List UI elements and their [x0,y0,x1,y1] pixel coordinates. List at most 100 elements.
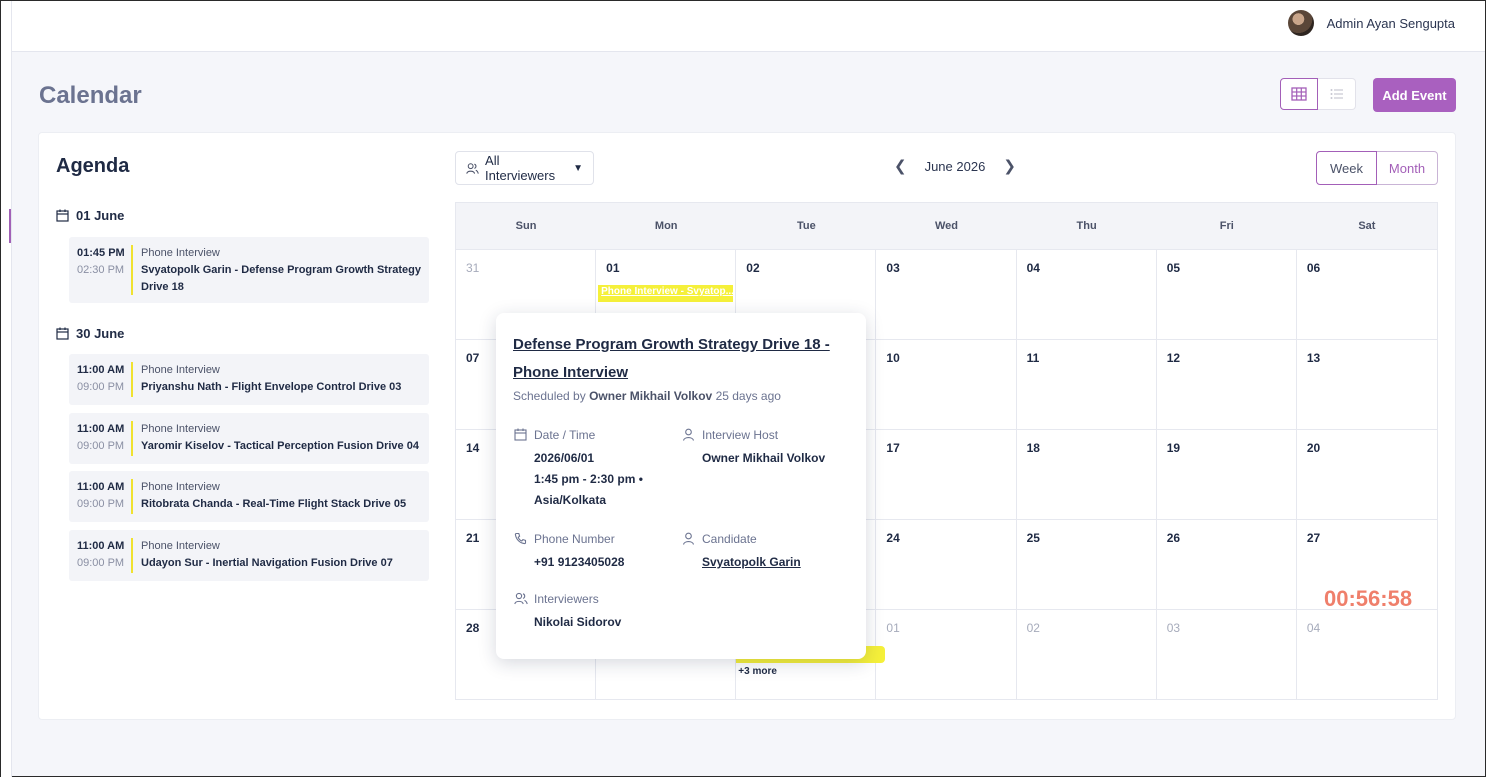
agenda-item-start: 11:00 AM [77,364,125,376]
day-cell[interactable]: 06 [1296,250,1437,340]
chevron-right-icon[interactable]: ❯ [1003,157,1016,175]
scheduled-prefix: Scheduled by [513,389,586,403]
agenda-item-color-bar [131,538,133,573]
agenda-date-label: 01 June [76,208,125,223]
list-view-button[interactable] [1318,78,1356,110]
day-cell[interactable]: 02 [1016,610,1157,700]
agenda-item-name: Priyanshu Nath - Flight Envelope Control… [141,381,402,393]
day-number: 07 [466,351,480,365]
agenda-item-kind: Phone Interview [141,540,220,552]
left-sidebar [1,1,12,777]
day-number: 01 [886,621,900,635]
event-details-popover: Defense Program Growth Strategy Drive 18… [496,313,866,659]
day-number: 03 [1166,621,1181,635]
interview-host-value: Owner Mikhail Volkov [702,451,826,465]
day-cell[interactable]: 12 [1156,340,1297,430]
user-menu[interactable]: Admin Ayan Sengupta [1287,10,1455,36]
day-number: 03 [886,261,900,275]
agenda-item[interactable]: 11:00 AM 09:00 PM Phone Interview Yaromi… [69,413,429,464]
agenda-item-end: 02:30 PM [77,264,125,276]
day-number: 01 [606,261,620,275]
month-navigator: ❮ June 2026 ❯ [894,157,1016,175]
day-cell[interactable]: 24 [876,520,1017,610]
day-number: 24 [886,531,900,545]
weekday-header: Mon [654,220,678,232]
time-value: 1:45 pm - 2:30 pm • [534,472,643,486]
agenda-item-start: 11:00 AM [77,423,125,435]
day-number: 17 [886,441,900,455]
day-cell[interactable]: 04 [1016,250,1157,340]
day-number: 26 [1166,531,1181,545]
range-toggle: Week Month [1316,151,1438,185]
calendar-event-chip[interactable]: Phone Interview - Svyatop... [598,285,734,302]
week-view-button[interactable]: Week [1316,151,1377,185]
day-cell[interactable]: 20 [1296,430,1437,520]
day-cell[interactable]: 03 [876,250,1017,340]
agenda-item-kind: Phone Interview [141,247,220,259]
list-icon [1330,89,1343,99]
grid-view-button[interactable] [1280,78,1318,110]
weekday-header-row: Sun Mon Tue Wed Thu Fri Sat [456,203,1437,250]
user-name[interactable]: Admin Ayan Sengupta [1327,16,1455,31]
chevron-left-icon[interactable]: ❮ [894,157,907,175]
caret-down-icon: ▼ [573,162,583,174]
user-icon [681,427,696,442]
day-number: 25 [1026,531,1040,545]
agenda-item-start: 11:00 AM [77,540,125,552]
agenda-item-end: 09:00 PM [77,557,125,569]
timezone-value: Asia/Kolkata [534,493,607,507]
interviewers-value: Nikolai Sidorov [534,615,622,629]
candidate-link[interactable]: Svyatopolk Garin [681,552,801,573]
weekday-header: Fri [1219,220,1234,232]
weekday-header: Sat [1358,220,1376,232]
grid-icon [1291,87,1307,101]
agenda-item-color-bar [131,479,133,514]
agenda-item-end: 09:00 PM [77,440,125,452]
weekday-header: Tue [796,220,816,232]
day-number: 02 [1026,621,1040,635]
day-cell[interactable]: 18 [1016,430,1157,520]
day-cell[interactable]: 11 [1016,340,1157,430]
agenda-item[interactable]: 11:00 AM 09:00 PM Phone Interview Udayon… [69,530,429,581]
day-number: 21 [466,531,480,545]
day-cell[interactable]: 05 [1156,250,1297,340]
day-cell[interactable]: 04 [1296,610,1437,700]
add-event-button[interactable]: Add Event [1373,78,1456,112]
day-cell[interactable]: 10 [876,340,1017,430]
avatar[interactable] [1287,10,1314,36]
day-cell[interactable]: 17 [876,430,1017,520]
agenda-item-color-bar [131,421,133,456]
sidebar-active-indicator [9,209,11,243]
user-icon [681,531,696,546]
calendar-icon [513,427,528,442]
countdown-timer: 00:56:58 [1324,586,1413,611]
day-cell[interactable]: 19 [1156,430,1297,520]
day-cell[interactable]: 03 [1156,610,1297,700]
top-bar: Admin Ayan Sengupta [12,1,1485,52]
event-title-link[interactable]: Defense Program Growth Strategy Drive 18… [513,331,843,387]
agenda-item[interactable]: 01:45 PM 02:30 PM Phone Interview Svyato… [69,237,429,303]
agenda-item-times: 01:45 PM 02:30 PM [77,245,131,295]
agenda-item-color-bar [131,245,133,295]
date-time-label: Date / Time [534,427,596,442]
day-cell[interactable]: 25 [1016,520,1157,610]
calendar-icon [56,209,69,222]
weekday-header: Wed [934,220,958,232]
day-number: 12 [1166,351,1181,365]
page-title: Calendar [39,82,142,109]
current-month-label: June 2026 [924,158,986,174]
more-events-link[interactable]: +3 more [738,666,777,677]
day-cell[interactable]: 01 [876,610,1017,700]
day-cell[interactable]: 13 [1296,340,1437,430]
agenda-item-name: Ritobrata Chanda - Real-Time Flight Stac… [141,498,407,510]
users-icon [513,591,528,606]
day-number: 11 [1026,351,1040,365]
month-view-button[interactable]: Month [1377,151,1438,185]
agenda-item[interactable]: 11:00 AM 09:00 PM Phone Interview Priyan… [69,354,429,405]
interviewers-filter-dropdown[interactable]: All Interviewers ▼ [455,151,594,185]
candidate-field: Candidate Svyatopolk Garin [681,531,801,573]
agenda-item[interactable]: 11:00 AM 09:00 PM Phone Interview Ritobr… [69,471,429,522]
day-cell[interactable]: 26 [1156,520,1297,610]
agenda-title: Agenda [56,155,130,177]
scheduled-by-text: Scheduled by Owner Mikhail Volkov 25 day… [513,389,781,403]
